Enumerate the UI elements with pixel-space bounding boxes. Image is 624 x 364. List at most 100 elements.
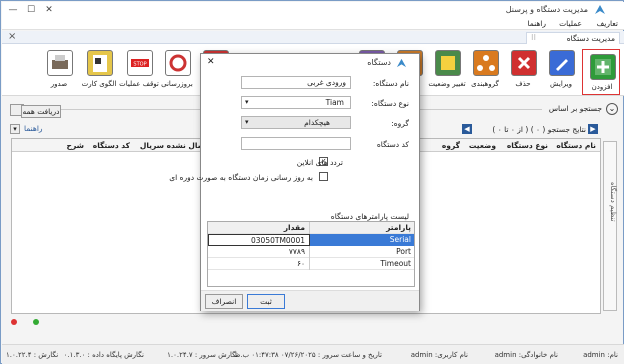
col-device-type[interactable]: نوع دستگاه	[507, 140, 548, 151]
device-dialog: ✕ دستگاه نام دستگاه: ورودی غربی نوع دستگ…	[169, 53, 420, 311]
col-device-code[interactable]: کد دستگاه	[93, 140, 130, 151]
tab-close-icon[interactable]: ×	[8, 31, 16, 43]
window-title: مدیریت دستگاه و پرسنل	[505, 5, 588, 14]
param-value-cell[interactable]: ۷۷۸۹	[208, 246, 310, 258]
device-type-label: نوع دستگاه:	[371, 99, 409, 108]
delete-button[interactable]: حذف	[504, 50, 542, 94]
params-title: لیست پارامترهای دستگاه	[330, 212, 409, 221]
col-status[interactable]: وضعیت	[469, 140, 496, 151]
col-group[interactable]: گروه	[442, 140, 460, 151]
device-name-input[interactable]: ورودی غربی	[241, 76, 351, 89]
params-header-name: پارامتر	[386, 223, 411, 232]
card-template-button[interactable]: الگوی کارت	[80, 50, 118, 94]
param-name-cell[interactable]: Port	[310, 246, 414, 258]
device-type-select[interactable]: ▾ Tiam	[241, 96, 351, 109]
col-description[interactable]: شرح	[67, 140, 84, 151]
search-results-label: نتایج جستجو ( ۰ ) ( از ۰ تا ۰ )	[492, 125, 586, 134]
grouping-button[interactable]: گروهبندی	[466, 50, 504, 94]
help-link[interactable]: راهنما	[24, 124, 43, 133]
get-all-button[interactable]: دریافت همه	[21, 105, 61, 118]
group-select[interactable]: ▾ هیچکدام	[241, 116, 351, 129]
status-username: نام کاربری: admin	[410, 351, 468, 359]
refresh-icon	[165, 50, 191, 76]
issue-button[interactable]: صدور	[40, 50, 78, 94]
tab-device-management[interactable]: ⁝⁝ مدیریت دستگاه	[526, 32, 620, 44]
table-row[interactable]: ۷۷۸۹ Port	[208, 246, 414, 258]
maximize-button[interactable]: ☐	[22, 3, 40, 17]
device-settings-side-tab[interactable]: تنظیم دستگاه	[603, 141, 617, 311]
dialog-footer: ثبت انصراف	[201, 290, 419, 311]
tab-label: مدیریت دستگاه	[566, 34, 615, 43]
help-dropdown-icon[interactable]: ▾	[10, 124, 20, 134]
status-name: نام: admin	[583, 351, 618, 359]
menu-bar: تعاریف عملیات راهنما	[2, 18, 624, 30]
device-name-label: نام دستگاه:	[372, 79, 409, 88]
table-row[interactable]: ۶۰ Timeout	[208, 258, 414, 270]
group-label: گروه:	[391, 119, 409, 128]
stop-icon: STOP	[127, 50, 153, 76]
params-header-value: مقدار	[208, 222, 310, 234]
chevron-down-icon: ▾	[245, 118, 249, 126]
device-code-input[interactable]	[241, 137, 351, 150]
side-tab-label: تنظیم دستگاه	[609, 182, 617, 222]
device-code-label: کد دستگاه	[376, 140, 409, 149]
menu-definitions[interactable]: تعاریف	[597, 18, 618, 30]
svg-text:STOP: STOP	[133, 62, 146, 68]
status-family: نام خانوادگی: admin	[494, 351, 558, 359]
prev-page-icon[interactable]: ◀	[462, 124, 472, 134]
tab-pin-icon[interactable]: ⁝⁝	[531, 33, 536, 42]
col-device-name[interactable]: نام دستگاه	[556, 140, 596, 151]
change-status-button[interactable]: تغییر وضعیت	[428, 50, 466, 94]
card-template-button-label: الگوی کارت	[81, 80, 117, 88]
add-button-label: افزودن	[591, 83, 613, 91]
dialog-close-icon[interactable]: ✕	[207, 57, 215, 67]
param-name-cell[interactable]: Timeout	[310, 258, 414, 270]
cancel-button[interactable]: انصراف	[205, 294, 243, 309]
minimize-button[interactable]: —	[4, 3, 22, 17]
chevron-down-icon: ▾	[245, 98, 249, 106]
online-traffic-label: تردد های انلاین	[296, 158, 343, 167]
edit-icon	[549, 50, 575, 76]
next-page-icon[interactable]: ▶	[588, 124, 598, 134]
col-serial[interactable]: سریال	[140, 140, 164, 151]
printer-icon	[47, 50, 73, 76]
card-template-icon	[87, 50, 113, 76]
group-value: هیچکدام	[304, 118, 330, 127]
periodic-update-label: به روز رسانی زمان دستگاه به صورت دوره ای	[169, 173, 313, 182]
title-bar: — ☐ ✕ مدیریت دستگاه و پرسنل	[2, 2, 624, 18]
status-server-datetime: تاریخ و ساعت سرور : ۰۷/۲۶/۲۰۲۵ ۰۱:۴۷:۳۸ …	[233, 351, 382, 359]
refresh-button[interactable]: بروزرسانی	[158, 50, 196, 94]
menu-help[interactable]: راهنما	[527, 18, 546, 30]
remove-row-icon[interactable]	[11, 319, 17, 325]
dialog-title: دستگاه	[367, 58, 391, 67]
stop-operation-button-label: توقف عملیات	[119, 80, 159, 88]
dialog-logo-icon	[396, 58, 407, 68]
edit-button[interactable]: ویرایش	[542, 50, 580, 94]
change-status-icon	[435, 50, 461, 76]
app-logo-icon	[595, 5, 605, 14]
submit-button[interactable]: ثبت	[247, 294, 285, 309]
status-app-version: نگارش : ۱.۰.۲۲.۴	[6, 351, 59, 359]
add-button[interactable]: افزودن	[582, 49, 620, 95]
add-icon	[590, 54, 616, 80]
stop-operation-button[interactable]: STOP توقف عملیات	[119, 50, 159, 94]
change-status-button-label: تغییر وضعیت	[428, 80, 466, 88]
device-type-value: Tiam	[325, 98, 344, 107]
params-table[interactable]: مقدار پارامتر 03050TM0001 Serial ۷۷۸۹ Po…	[207, 221, 415, 287]
status-server-version: نگارش سرور : ۱.۰.۲۴.۷	[167, 351, 238, 359]
periodic-update-checkbox[interactable]	[319, 172, 328, 181]
collapse-search-icon[interactable]: ⌄	[606, 103, 618, 115]
param-value-cell[interactable]: 03050TM0001	[208, 234, 310, 246]
delete-icon	[511, 50, 537, 76]
close-button[interactable]: ✕	[40, 3, 58, 17]
status-db-version: نگارش پایگاه داده : ۰.۱.۳.۰	[63, 351, 144, 359]
grouping-icon	[473, 50, 499, 76]
menu-operations[interactable]: عملیات	[559, 18, 582, 30]
table-row[interactable]: 03050TM0001 Serial	[208, 234, 414, 246]
add-row-icon[interactable]	[33, 319, 39, 325]
search-by-label: جستجو بر اساس	[548, 104, 602, 113]
document-tab-bar: × ⁝⁝ مدیریت دستگاه	[2, 31, 624, 44]
params-header-row: مقدار پارامتر	[208, 222, 414, 234]
param-name-cell[interactable]: Serial	[310, 234, 414, 246]
param-value-cell[interactable]: ۶۰	[208, 258, 310, 270]
